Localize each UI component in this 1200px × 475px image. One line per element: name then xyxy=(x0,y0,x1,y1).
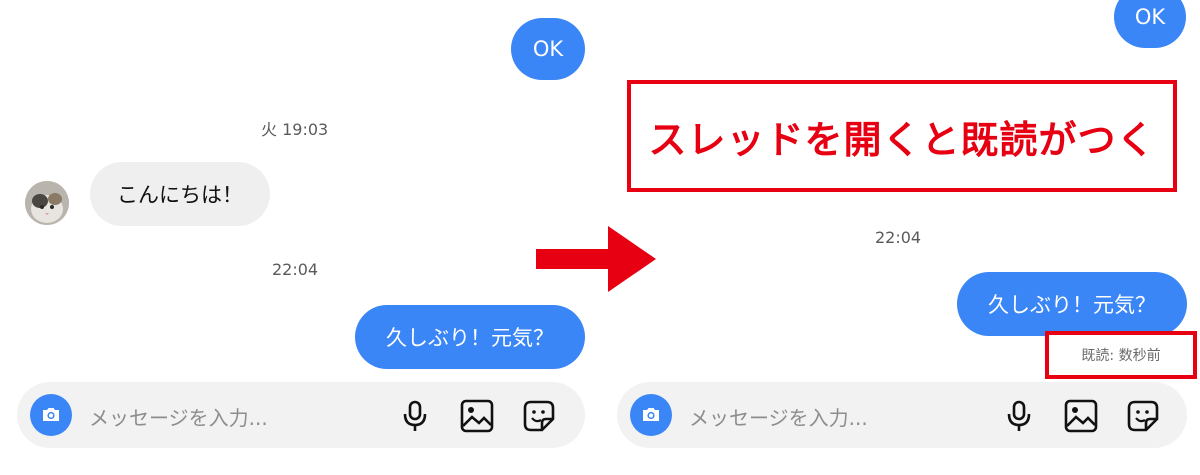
message-text: 久しぶり！元気？ xyxy=(386,326,554,350)
camera-icon xyxy=(43,408,59,421)
sticker-icon xyxy=(523,400,555,432)
message-text: OK xyxy=(1134,5,1166,29)
microphone-icon xyxy=(403,400,427,431)
right-arrow-icon xyxy=(536,226,656,292)
received-message-bubble[interactable]: こんにちは！ xyxy=(90,162,270,226)
sticker-icon xyxy=(1127,400,1159,432)
sticker-button[interactable] xyxy=(1125,398,1161,434)
annotation-callout: スレッドを開くと既読がつく xyxy=(627,80,1177,192)
timestamp: 火 19:03 xyxy=(261,120,329,139)
camera-button[interactable] xyxy=(30,394,72,436)
chat-panel-after: OK スレッドを開くと既読がつく 22:04 久しぶり！元気？ 既読: 数秒前 … xyxy=(600,0,1200,475)
sticker-button[interactable] xyxy=(521,398,557,434)
message-composer: メッセージを入力... xyxy=(17,382,585,448)
message-input[interactable]: メッセージを入力... xyxy=(89,402,268,431)
gallery-icon xyxy=(460,399,494,433)
gallery-button[interactable] xyxy=(459,398,495,434)
gallery-icon xyxy=(1064,399,1098,433)
microphone-button[interactable] xyxy=(1001,398,1037,434)
message-input[interactable]: メッセージを入力... xyxy=(689,402,868,431)
read-receipt-text: 既読: 数秒前 xyxy=(1081,348,1161,364)
timestamp: 22:04 xyxy=(875,228,922,247)
read-receipt: 既読: 数秒前 xyxy=(1045,331,1197,379)
gallery-button[interactable] xyxy=(1063,398,1099,434)
sent-message-bubble[interactable]: 久しぶり！元気？ xyxy=(957,272,1187,336)
message-text: こんにちは！ xyxy=(117,183,243,207)
camera-button[interactable] xyxy=(630,394,672,436)
callout-text: スレッドを開くと既読がつく xyxy=(648,117,1156,162)
message-text: OK xyxy=(532,37,564,61)
camera-icon xyxy=(643,408,659,421)
cat-avatar-icon xyxy=(25,181,69,225)
message-text: 久しぶり！元気？ xyxy=(988,293,1156,317)
sent-message-bubble[interactable]: OK xyxy=(511,18,585,80)
message-composer: メッセージを入力... xyxy=(617,382,1187,448)
chat-panel-before: OK 火 19:03 こんにちは！ 22:04 久しぶり！元気？ メッセージを入… xyxy=(0,0,600,475)
timestamp: 22:04 xyxy=(272,260,319,279)
sent-message-bubble[interactable]: OK xyxy=(1114,0,1186,48)
microphone-icon xyxy=(1007,400,1031,431)
avatar[interactable] xyxy=(25,181,69,225)
microphone-button[interactable] xyxy=(397,398,433,434)
sent-message-bubble[interactable]: 久しぶり！元気？ xyxy=(355,305,585,369)
